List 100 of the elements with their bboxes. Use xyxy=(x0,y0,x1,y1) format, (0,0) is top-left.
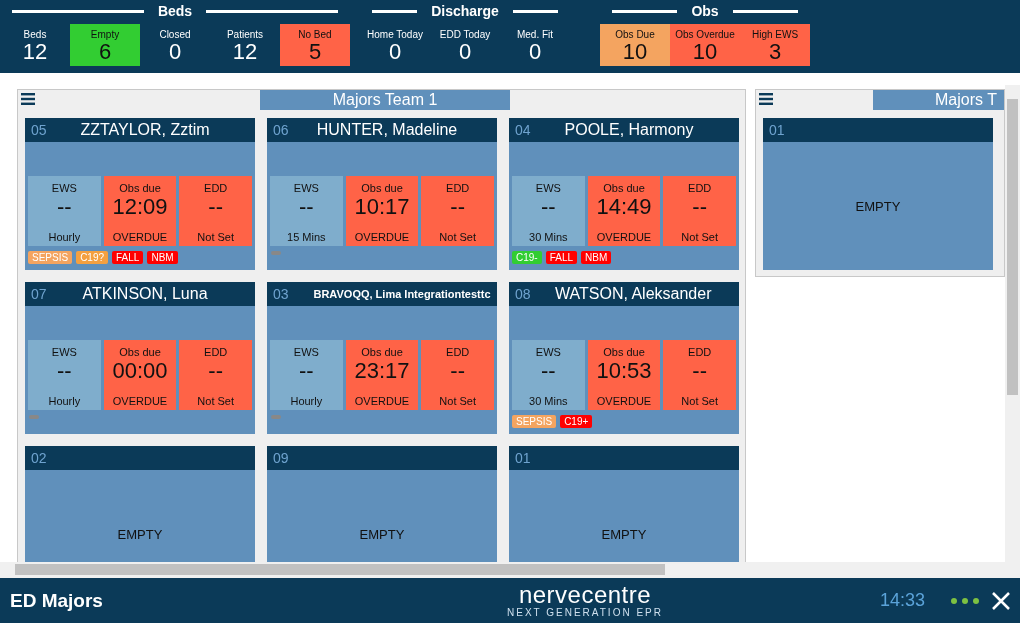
tile-subtext: Not Set xyxy=(439,395,476,407)
horizontal-scrollbar[interactable] xyxy=(0,562,1020,578)
patient-name: HUNTER, Madeline xyxy=(315,121,459,139)
tile-label: EWS xyxy=(51,182,77,194)
alert-tag: FALL xyxy=(545,251,578,264)
team-title: Majors T xyxy=(873,90,1004,110)
summary-metric[interactable]: Home Today 0 xyxy=(360,24,430,66)
tile-value: 00:00 xyxy=(112,358,168,384)
bed-number: 06 xyxy=(273,122,290,138)
menu-icon[interactable] xyxy=(759,93,773,105)
tile-subtext: OVERDUE xyxy=(112,231,168,243)
tile-value: 23:17 xyxy=(354,358,410,384)
tile-value: -- xyxy=(208,194,223,220)
patient-name: ATKINSON, Luna xyxy=(81,285,209,303)
tile-subtext: Not Set xyxy=(681,231,718,243)
tile-subtext: 15 Mins xyxy=(287,231,326,243)
tile-value: -- xyxy=(57,358,72,384)
vertical-scrollbar[interactable] xyxy=(1005,85,1020,562)
more-icon[interactable] xyxy=(950,596,980,605)
bed-number: 01 xyxy=(515,450,532,466)
logo-wordmark: nervecentre xyxy=(518,583,652,607)
tile-label: EWS xyxy=(293,182,319,194)
tile-subtext: OVERDUE xyxy=(354,395,410,407)
empty-label: EMPTY xyxy=(855,198,901,214)
bed-card[interactable]: 09 EMPTY xyxy=(267,446,497,562)
tile-subtext: Hourly xyxy=(290,395,323,407)
alert-tag: SEPSIS xyxy=(28,251,73,264)
tile-subtext: Not Set xyxy=(197,395,234,407)
bed-card[interactable]: 07 ATKINSON, Luna EWS -- Hourly Obs due 00:00 OVERDUE EDD -- Not Set xyxy=(25,282,255,434)
tile-label: Obs due xyxy=(603,346,645,358)
logo-tagline: NEXT GENERATION EPR xyxy=(507,607,663,618)
summary-metric[interactable]: Closed 0 xyxy=(140,24,210,66)
patient-name: WATSON, Aleksander xyxy=(555,285,712,303)
bed-number: 01 xyxy=(769,122,786,138)
summary-metric[interactable]: Obs Due 10 xyxy=(600,24,670,66)
tile-subtext: Not Set xyxy=(681,395,718,407)
bed-number: 09 xyxy=(273,450,290,466)
clock-time: 14:33 xyxy=(879,590,925,611)
tile-label: EDD xyxy=(204,182,228,194)
alert-tag: C19+ xyxy=(560,415,593,428)
alert-tag: NBM xyxy=(147,251,178,264)
empty-label: EMPTY xyxy=(359,526,405,542)
summary-metric[interactable]: High EWS 3 xyxy=(740,24,810,66)
tile-subtext: 30 Mins xyxy=(529,231,568,243)
empty-label: EMPTY xyxy=(601,526,647,542)
tile-subtext: Not Set xyxy=(197,231,234,243)
bed-number: 08 xyxy=(515,286,532,302)
alert-tag: NBM xyxy=(581,251,612,264)
bed-number: 07 xyxy=(31,286,48,302)
tile-label: Obs due xyxy=(361,346,403,358)
tile-label: EWS xyxy=(535,346,561,358)
tile-label: Obs due xyxy=(119,182,161,194)
bed-card[interactable]: 08 WATSON, Aleksander EWS -- 30 Mins Obs due 10:53 OVERDUE EDD -- Not Set SEPSIS C19+ xyxy=(509,282,739,434)
bed-card[interactable]: 05 ZZTAYLOR, Zztim EWS -- Hourly Obs due 12:09 OVERDUE EDD -- Not Set SEPSIS C19? FALL NBM xyxy=(25,118,255,270)
bed-card[interactable]: 03 BRAVOQQ, Lima Integrationtesttc EWS -- Hourly Obs due 23:17 OVERDUE EDD -- Not Set xyxy=(267,282,497,434)
tile-label: EDD xyxy=(688,346,712,358)
summary-metric[interactable]: No Bed 5 xyxy=(280,24,350,66)
summary-metric[interactable]: Patients 12 xyxy=(210,24,280,66)
tile-value: -- xyxy=(541,358,556,384)
bed-card[interactable]: 01 EMPTY xyxy=(763,118,993,270)
ward-title: ED Majors xyxy=(10,589,104,612)
bed-card[interactable]: 06 HUNTER, Madeline EWS -- 15 Mins Obs due 10:17 OVERDUE EDD -- Not Set xyxy=(267,118,497,270)
bed-card[interactable]: 04 POOLE, Harmony EWS -- 30 Mins Obs due 14:49 OVERDUE EDD -- Not Set C19- FALL NBM xyxy=(509,118,739,270)
bed-card[interactable]: 02 EMPTY xyxy=(25,446,255,562)
close-icon[interactable] xyxy=(992,591,1010,610)
tile-value: 10:17 xyxy=(354,194,410,220)
tile-value: -- xyxy=(450,358,465,384)
alert-tag: SEPSIS xyxy=(512,415,557,428)
tile-value: -- xyxy=(692,358,707,384)
bed-number: 05 xyxy=(31,122,48,138)
summary-metric[interactable]: EDD Today 0 xyxy=(430,24,500,66)
tile-value: -- xyxy=(541,194,556,220)
tile-subtext: Hourly xyxy=(48,231,81,243)
tile-value: -- xyxy=(299,358,314,384)
scroll-handle xyxy=(271,415,281,419)
tile-value: 12:09 xyxy=(112,194,168,220)
patient-name: ZZTAYLOR, Zztim xyxy=(79,121,211,139)
tile-value: -- xyxy=(299,194,314,220)
menu-icon[interactable] xyxy=(21,93,35,105)
tile-label: EWS xyxy=(535,182,561,194)
empty-label: EMPTY xyxy=(117,526,163,542)
summary-metric[interactable]: Beds 12 xyxy=(0,24,70,66)
patient-name: BRAVOQQ, Lima Integrationtesttc xyxy=(313,288,491,300)
scroll-handle xyxy=(29,415,39,419)
tile-value: -- xyxy=(692,194,707,220)
summary-metric[interactable]: Obs Overdue 10 xyxy=(670,24,740,66)
tile-value: -- xyxy=(208,358,223,384)
bed-number: 04 xyxy=(515,122,532,138)
alert-tag: C19? xyxy=(76,251,109,264)
group-title: Beds xyxy=(157,3,193,19)
group-title: Obs xyxy=(691,3,719,19)
tile-label: Obs due xyxy=(603,182,645,194)
tile-label: Obs due xyxy=(361,182,403,194)
summary-metric[interactable]: Med. Fit 0 xyxy=(500,24,570,66)
group-title: Discharge xyxy=(431,3,499,19)
tile-label: EWS xyxy=(51,346,77,358)
tile-label: EDD xyxy=(204,346,228,358)
summary-metric[interactable]: Empty 6 xyxy=(70,24,140,66)
bed-card[interactable]: 01 EMPTY xyxy=(509,446,739,562)
tile-label: EWS xyxy=(293,346,319,358)
